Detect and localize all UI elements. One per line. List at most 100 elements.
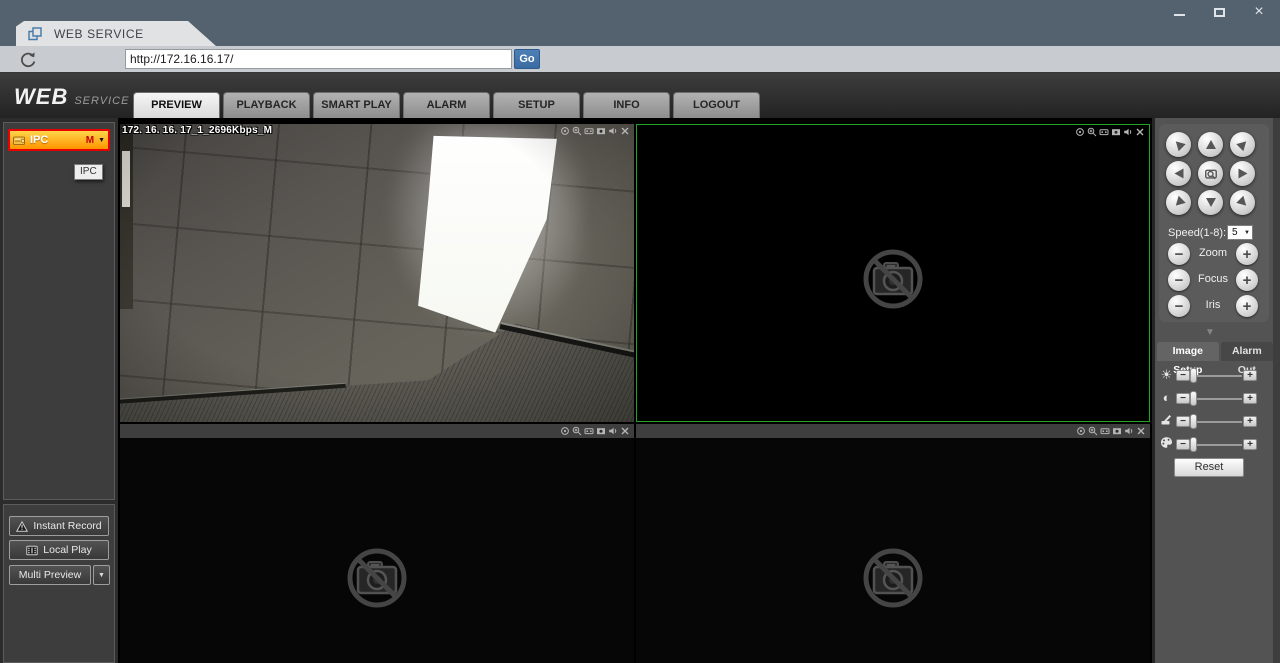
tab-setup[interactable]: SETUP — [493, 92, 580, 118]
digital-zoom-icon[interactable] — [1076, 426, 1086, 436]
zoom-in-button[interactable]: + — [1236, 243, 1258, 265]
ptz-down-left-button[interactable] — [1166, 190, 1191, 215]
video-pane-1[interactable]: 172. 16. 16. 17_1_2696Kbps_M — [120, 124, 634, 422]
hue-slider-track[interactable] — [1191, 444, 1242, 446]
iris-minus-button[interactable]: − — [1168, 295, 1190, 317]
snapshot-icon[interactable] — [1112, 426, 1122, 436]
browser-toolbar: Go — [0, 46, 1280, 73]
ptz-up-right-button[interactable] — [1230, 132, 1255, 157]
brightness-plus-button[interactable]: + — [1243, 370, 1257, 381]
brightness-slider-thumb[interactable] — [1190, 368, 1197, 383]
close-button[interactable]: × — [1246, 3, 1272, 21]
chevron-down-icon[interactable]: ▼ — [98, 137, 105, 144]
snapshot-icon[interactable] — [1111, 127, 1121, 137]
tab-image-setup[interactable]: Image Setup — [1157, 342, 1219, 376]
tab-preview[interactable]: PREVIEW — [133, 92, 220, 118]
iris-plus-button[interactable]: + — [1236, 295, 1258, 317]
channel-tooltip: IPC — [74, 164, 103, 180]
plus-icon: + — [1242, 271, 1252, 289]
record-icon[interactable] — [584, 426, 594, 436]
brightness-icon: ☀ — [1160, 367, 1173, 382]
ptz-down-right-button[interactable] — [1230, 190, 1255, 215]
close-icon[interactable] — [1136, 426, 1146, 436]
contrast-icon: ◐ — [1162, 390, 1171, 405]
channel-label: IPC — [30, 134, 49, 146]
ptz-up-left-button[interactable] — [1166, 132, 1191, 157]
hue-slider-row: − + — [1155, 436, 1273, 452]
plus-icon: + — [1242, 245, 1252, 263]
saturation-slider-thumb[interactable] — [1190, 414, 1197, 429]
collapse-panel-button[interactable]: ▼ — [1155, 327, 1265, 338]
close-icon[interactable] — [1135, 127, 1145, 137]
tab-alarm[interactable]: ALARM — [403, 92, 490, 118]
saturation-plus-button[interactable]: + — [1243, 416, 1257, 427]
ptz-right-button[interactable] — [1230, 161, 1255, 186]
tab-info[interactable]: INFO — [583, 92, 670, 118]
go-button[interactable]: Go — [514, 49, 540, 69]
audio-icon[interactable] — [1123, 127, 1133, 137]
audio-icon[interactable] — [608, 126, 618, 136]
audio-icon[interactable] — [1124, 426, 1134, 436]
contrast-slider-track[interactable] — [1191, 398, 1242, 400]
ptz-scan-button[interactable] — [1198, 161, 1223, 186]
record-icon[interactable] — [1099, 127, 1109, 137]
contrast-slider-thumb[interactable] — [1190, 391, 1197, 406]
saturation-minus-button[interactable]: − — [1176, 416, 1190, 427]
multi-preview-button[interactable]: Multi Preview — [9, 565, 91, 585]
minus-icon: − — [1180, 393, 1186, 404]
local-play-button[interactable]: Local Play — [9, 540, 109, 560]
arrow-up-right-icon — [1235, 137, 1250, 152]
speed-select[interactable]: 5 ▼ — [1227, 225, 1253, 240]
video-pane-2-selected[interactable] — [636, 124, 1150, 422]
plus-icon: + — [1247, 416, 1253, 427]
record-icon[interactable] — [1100, 426, 1110, 436]
tab-logout[interactable]: LOGOUT — [673, 92, 760, 118]
saturation-slider-track[interactable] — [1191, 421, 1242, 423]
refresh-icon[interactable] — [18, 49, 38, 69]
digital-zoom-icon[interactable] — [560, 426, 570, 436]
url-input[interactable] — [125, 49, 512, 69]
ptz-up-button[interactable] — [1198, 132, 1223, 157]
zoom-in-icon[interactable] — [1087, 127, 1097, 137]
record-icon[interactable] — [584, 126, 594, 136]
sidebar-actions-panel: Instant Record Local Play Multi Preview … — [3, 504, 115, 663]
zoom-in-icon[interactable] — [572, 426, 582, 436]
tab-smart-play[interactable]: SMART PLAY — [313, 92, 400, 118]
tab-alarm-out[interactable]: Alarm Out — [1220, 342, 1273, 376]
video-pane-3[interactable] — [120, 424, 634, 663]
minus-icon: − — [1180, 370, 1186, 381]
hue-minus-button[interactable]: − — [1176, 439, 1190, 450]
brightness-minus-button[interactable]: − — [1176, 370, 1190, 381]
focus-plus-button[interactable]: + — [1236, 269, 1258, 291]
contrast-plus-button[interactable]: + — [1243, 393, 1257, 404]
instant-record-label: Instant Record — [33, 520, 102, 532]
ptz-left-button[interactable] — [1166, 161, 1191, 186]
digital-zoom-icon[interactable] — [1075, 127, 1085, 137]
reset-button[interactable]: Reset — [1174, 458, 1244, 477]
channel-item-ipc[interactable]: IPC M ▼ — [8, 129, 110, 151]
snapshot-icon[interactable] — [596, 126, 606, 136]
speed-value: 5 — [1232, 227, 1238, 238]
multi-preview-dropdown-button[interactable]: ▼ — [93, 565, 110, 585]
maximize-button[interactable] — [1206, 3, 1232, 21]
ptz-down-button[interactable] — [1198, 190, 1223, 215]
hue-slider-thumb[interactable] — [1190, 437, 1197, 452]
digital-zoom-icon[interactable] — [560, 126, 570, 136]
zoom-in-icon[interactable] — [1088, 426, 1098, 436]
contrast-minus-button[interactable]: − — [1176, 393, 1190, 404]
close-icon[interactable] — [620, 426, 630, 436]
minimize-button[interactable] — [1166, 3, 1192, 21]
zoom-out-button[interactable]: − — [1168, 243, 1190, 265]
snapshot-icon[interactable] — [596, 426, 606, 436]
brightness-slider-track[interactable] — [1191, 375, 1242, 377]
focus-minus-button[interactable]: − — [1168, 269, 1190, 291]
zoom-in-icon[interactable] — [572, 126, 582, 136]
close-icon[interactable] — [620, 126, 630, 136]
audio-icon[interactable] — [608, 426, 618, 436]
hue-plus-button[interactable]: + — [1243, 439, 1257, 450]
instant-record-button[interactable]: Instant Record — [9, 516, 109, 536]
video-pane-4[interactable] — [636, 424, 1150, 663]
tab-playback[interactable]: PLAYBACK — [223, 92, 310, 118]
browser-tab[interactable]: WEB SERVICE — [16, 21, 216, 46]
multi-preview-label: Multi Preview — [18, 569, 82, 581]
